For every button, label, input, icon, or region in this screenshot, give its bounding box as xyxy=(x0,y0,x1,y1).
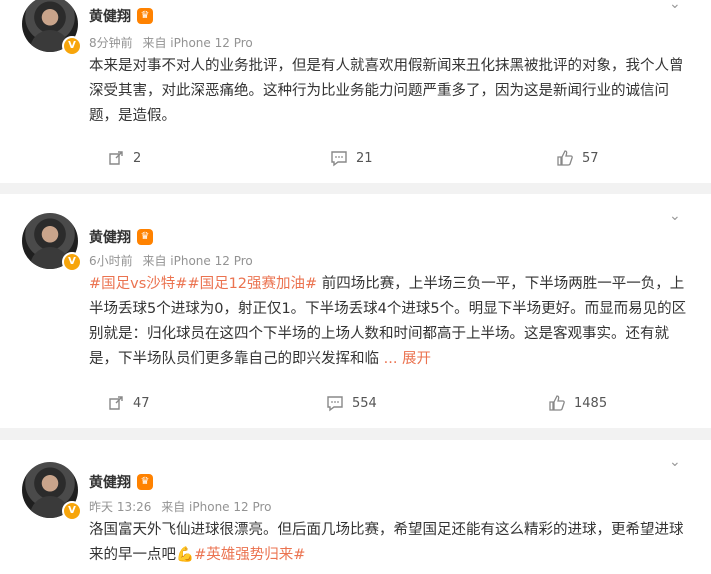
vip-badge-icon: ♛ xyxy=(137,229,153,245)
like-count: 57 xyxy=(582,150,599,166)
post-time[interactable]: 8分钟前 xyxy=(89,36,133,50)
post-actions: 2 21 57 xyxy=(0,149,711,173)
post-text: 本来是对事不对人的业务批评，但是有人就喜欢用假新闻来丑化抹黑被批评的对象，我个人… xyxy=(89,58,684,124)
like-icon xyxy=(557,150,573,166)
verified-icon: V xyxy=(62,36,82,56)
comment-count: 554 xyxy=(352,395,377,411)
vip-badge-icon: ♛ xyxy=(137,474,153,490)
emoji: 💪 xyxy=(176,547,195,563)
post-source: 来自 iPhone 12 Pro xyxy=(142,36,253,50)
chevron-down-icon[interactable]: ⌄ xyxy=(669,0,681,12)
topic-tag[interactable]: #国足12强赛加油# xyxy=(187,276,317,292)
like-button[interactable]: 57 xyxy=(556,149,599,167)
repost-count: 47 xyxy=(133,395,150,411)
repost-icon xyxy=(109,151,123,165)
comment-count: 21 xyxy=(356,150,373,166)
like-button[interactable]: 1485 xyxy=(548,394,607,412)
post-source: 来自 iPhone 12 Pro xyxy=(161,500,272,514)
post-card: ⌄ V 黄健翔 ♛ 6小时前 来自 iPhone 12 Pro #国足vs沙特#… xyxy=(0,194,711,428)
comment-icon xyxy=(327,396,343,412)
topic-tag[interactable]: #国足vs沙特# xyxy=(89,276,187,292)
like-icon xyxy=(549,395,565,411)
post-meta: 6小时前 来自 iPhone 12 Pro xyxy=(89,252,259,269)
repost-button[interactable]: 47 xyxy=(107,394,150,412)
chevron-down-icon[interactable]: ⌄ xyxy=(669,454,681,470)
repost-icon xyxy=(109,396,123,410)
post-card: ⌄ V 黄健翔 ♛ 昨天 13:26 来自 iPhone 12 Pro 洛国富天… xyxy=(0,440,711,574)
author-name[interactable]: 黄健翔 xyxy=(89,6,131,26)
post-meta: 8分钟前 来自 iPhone 12 Pro xyxy=(89,34,259,51)
comment-button[interactable]: 21 xyxy=(330,149,373,167)
author-name[interactable]: 黄健翔 xyxy=(89,472,131,492)
post-text: #国足vs沙特##国足12强赛加油# 前四场比赛，上半场三负一平，下半场两胜一平… xyxy=(89,272,689,372)
post-card: ⌄ V 黄健翔 ♛ 8分钟前 来自 iPhone 12 Pro 本来是对事不对人… xyxy=(0,0,711,183)
repost-button[interactable]: 2 xyxy=(107,149,141,167)
comment-button[interactable]: 554 xyxy=(326,394,377,412)
topic-tag[interactable]: #英雄强势归来# xyxy=(194,547,305,563)
like-count: 1485 xyxy=(574,395,608,411)
verified-icon: V xyxy=(62,252,82,272)
vip-badge-icon: ♛ xyxy=(137,8,153,24)
comment-icon xyxy=(331,151,347,167)
weibo-feed: ⌄ V 黄健翔 ♛ 8分钟前 来自 iPhone 12 Pro 本来是对事不对人… xyxy=(0,0,711,574)
repost-count: 2 xyxy=(133,150,142,166)
post-text: 洛国富天外飞仙进球很漂亮。但后面几场比赛，希望国足还能有这么精彩的进球，更希望进… xyxy=(89,518,689,568)
verified-icon: V xyxy=(62,501,82,521)
post-meta: 昨天 13:26 来自 iPhone 12 Pro xyxy=(89,498,278,515)
expand-link[interactable]: ... 展开 xyxy=(384,351,431,367)
post-time[interactable]: 6小时前 xyxy=(89,254,133,268)
post-source: 来自 iPhone 12 Pro xyxy=(142,254,253,268)
post-actions: 47 554 1485 xyxy=(0,394,711,418)
chevron-down-icon[interactable]: ⌄ xyxy=(669,208,681,224)
post-time[interactable]: 昨天 13:26 xyxy=(89,500,151,514)
author-name[interactable]: 黄健翔 xyxy=(89,227,131,247)
